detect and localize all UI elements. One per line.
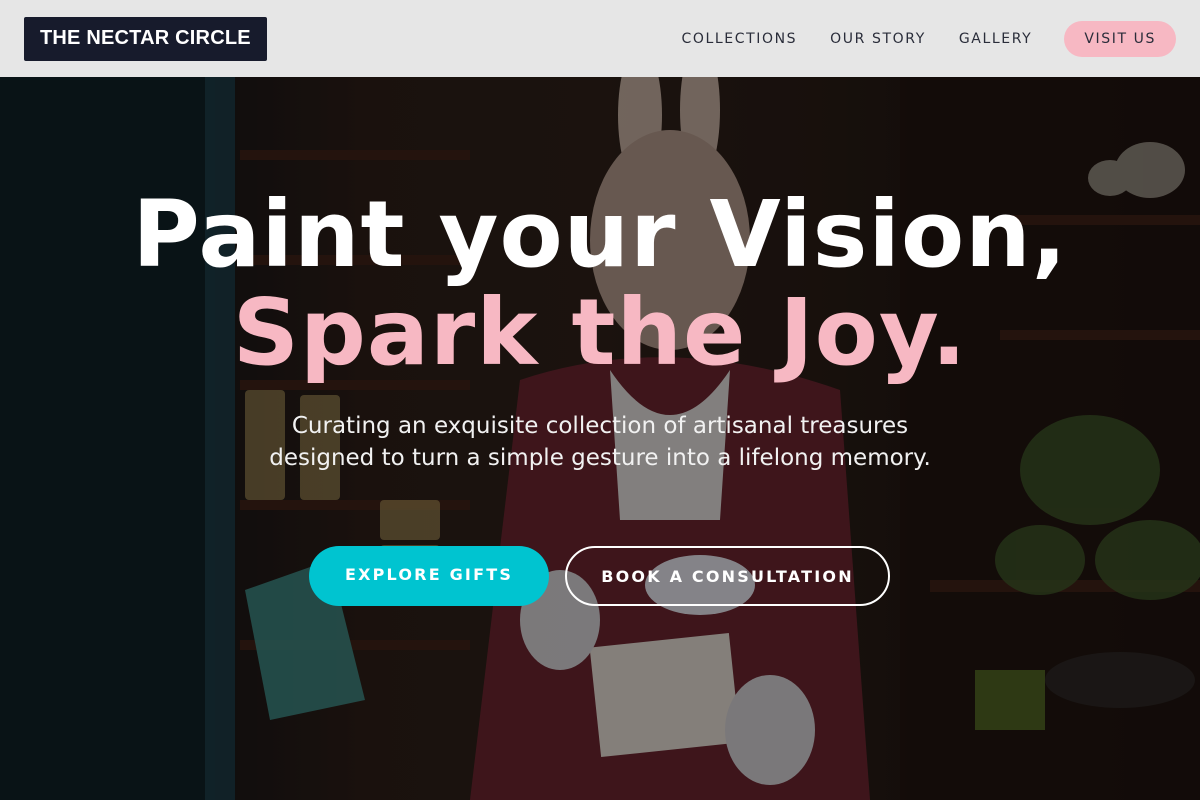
explore-gifts-button[interactable]: EXPLORE GIFTS	[309, 546, 549, 606]
brand-logo[interactable]: THE NECTAR CIRCLE	[24, 16, 267, 61]
visit-us-button[interactable]: VISIT US	[1064, 20, 1176, 57]
site-header: THE NECTAR CIRCLE COLLECTIONS OUR STORY …	[0, 0, 1200, 77]
nav-link-gallery[interactable]: GALLERY	[959, 31, 1032, 47]
hero-headline-line2: Spark the Joy.	[232, 279, 968, 386]
book-consultation-button[interactable]: BOOK A CONSULTATION	[565, 546, 890, 606]
nav-link-collections[interactable]: COLLECTIONS	[681, 31, 797, 47]
hero-headline-line1: Paint your Vision,	[132, 181, 1068, 288]
hero-section: Paint your Vision, Spark the Joy. Curati…	[0, 77, 1200, 800]
hero-subtitle: Curating an exquisite collection of arti…	[269, 413, 931, 471]
main-nav: COLLECTIONS OUR STORY GALLERY VISIT US	[681, 20, 1176, 57]
nav-link-our-story[interactable]: OUR STORY	[830, 31, 926, 47]
